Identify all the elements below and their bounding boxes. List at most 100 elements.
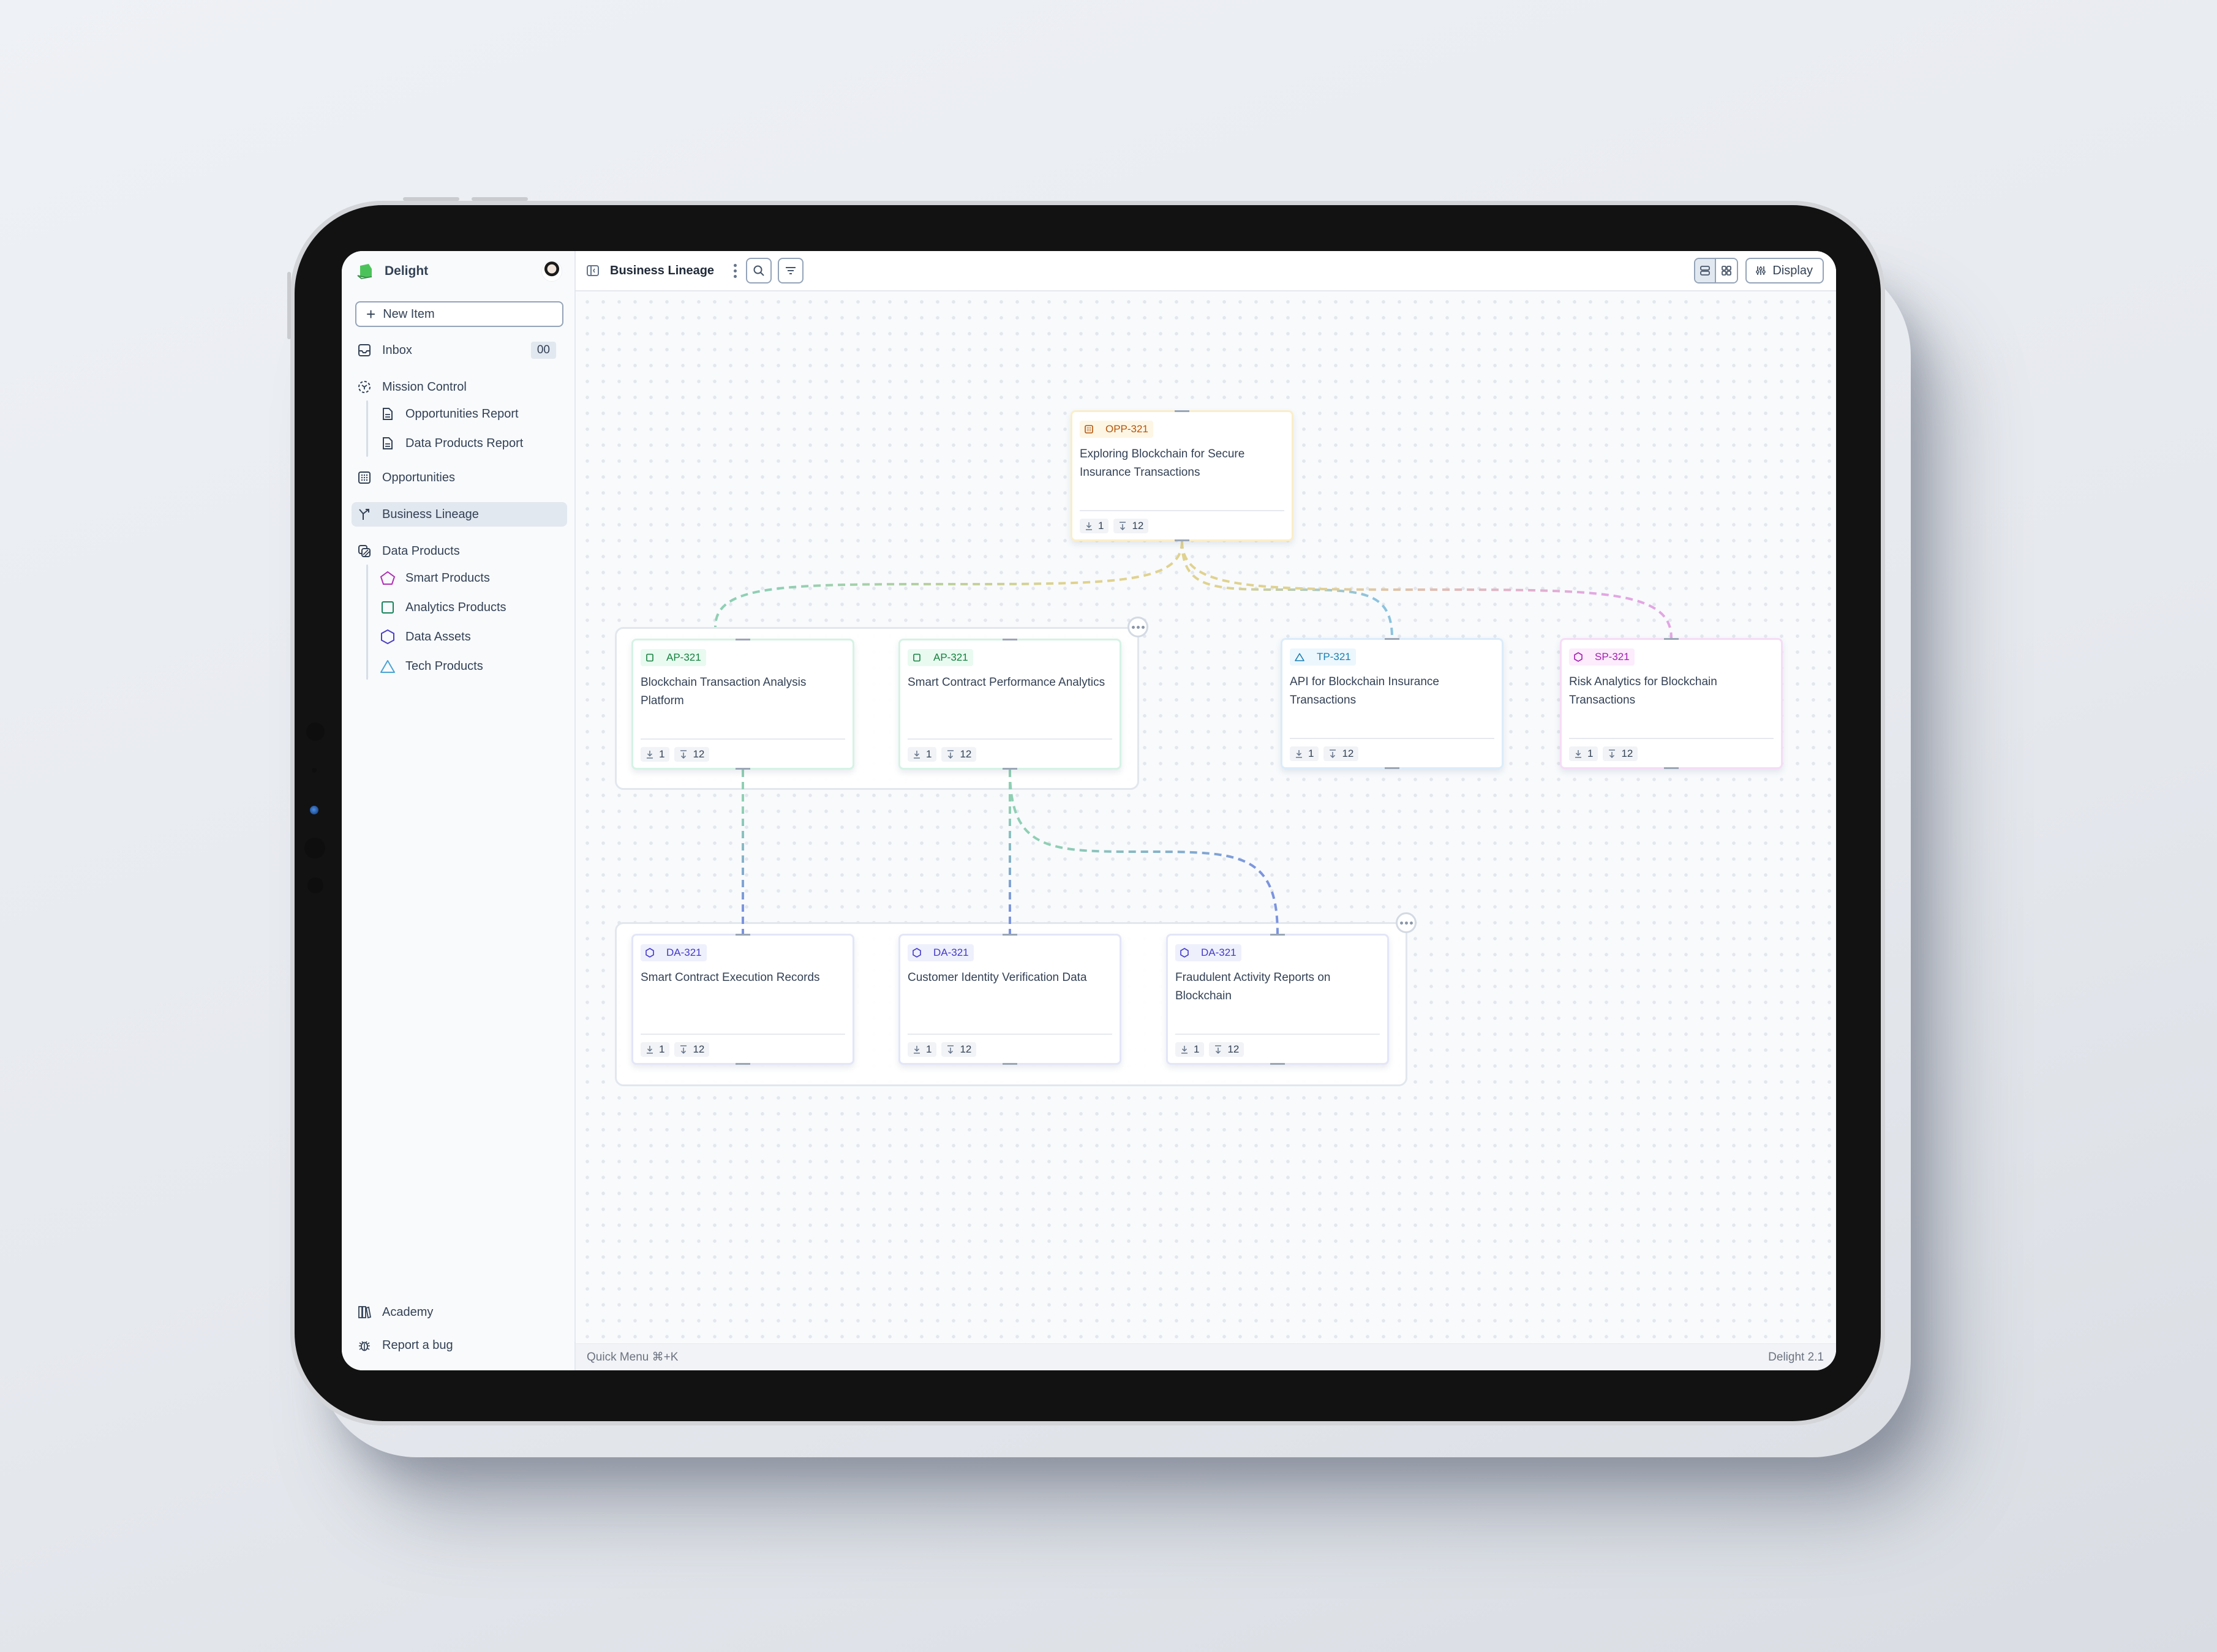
node-input-handle[interactable] [1003,934,1017,936]
node-type-tag: OPP-321 [1080,421,1153,438]
user-avatar[interactable] [541,261,562,282]
sidebar-item-inbox[interactable]: Inbox 00 [352,338,567,362]
display-button[interactable]: Display [1745,258,1824,283]
downstream-count-chip[interactable]: 12 [941,747,977,762]
lineage-edge-opp-sp[interactable] [1181,541,1673,639]
upstream-count-chip[interactable]: 1 [1290,746,1319,761]
grid-view-button[interactable] [1716,259,1737,282]
sidebar-item-analytics-products[interactable]: Analytics Products [366,593,574,622]
node-input-handle[interactable] [736,639,750,640]
downstream-count-chip[interactable]: 12 [1323,746,1359,761]
search-button[interactable] [746,258,772,283]
page-title: Business Lineage [610,263,715,277]
sidebar-item-opportunities[interactable]: Opportunities [352,465,567,490]
node-output-handle[interactable] [1664,767,1679,769]
sidebar-item-academy[interactable]: Academy [352,1296,567,1329]
main-panel: Business Lineage Display OPP-321 Explori… [576,251,1836,1370]
collapse-sidebar-icon[interactable] [584,262,601,279]
lineage-node-ap2[interactable]: AP-321 Smart Contract Performance Analyt… [898,639,1121,770]
node-output-handle[interactable] [736,768,750,770]
grid-view-icon [1722,266,1732,276]
list-view-button[interactable] [1695,259,1717,282]
upstream-count: 1 [1098,520,1104,531]
node-output-handle[interactable] [1175,539,1189,541]
node-input-handle[interactable] [1003,639,1017,640]
square-icon [913,653,927,662]
lineage-node-da1[interactable]: DA-321 Smart Contract Execution Records … [631,934,854,1065]
node-input-handle[interactable] [1270,934,1285,936]
node-output-handle[interactable] [1385,767,1399,769]
downstream-count-chip[interactable]: 12 [941,1042,977,1057]
node-code: AP-321 [933,651,968,663]
filter-button[interactable] [778,258,804,283]
upstream-count-chip[interactable]: 1 [1569,746,1598,761]
lineage-node-ap1[interactable]: AP-321 Blockchain Transaction Analysis P… [631,639,854,770]
sensor-dot [307,877,323,893]
lineage-node-sp[interactable]: SP-321 Risk Analytics for Blockchain Tra… [1560,638,1783,769]
node-type-tag: SP-321 [1569,648,1635,666]
upstream-count-chip[interactable]: 1 [641,747,670,762]
upstream-icon [1181,1046,1188,1054]
app-version: Delight 2.1 [1768,1350,1824,1364]
sidebar-item-tech-products[interactable]: Tech Products [366,651,574,681]
node-output-handle[interactable] [1270,1063,1285,1065]
square-icon [646,653,660,662]
square-icon [380,599,396,615]
upstream-count-chip[interactable]: 1 [1175,1042,1205,1057]
sidebar-item-business-lineage[interactable]: Business Lineage [352,502,567,527]
group-more-button[interactable] [1396,912,1417,933]
more-options-icon[interactable] [730,262,740,279]
downstream-icon [1120,522,1126,531]
downstream-count-chip[interactable]: 12 [674,1042,710,1057]
sidebar-item-label: Analytics Products [405,600,506,614]
sidebar-item-data-assets[interactable]: Data Assets [366,622,574,651]
upstream-count-chip[interactable]: 1 [908,747,937,762]
node-output-handle[interactable] [736,1063,750,1065]
lineage-edge-opp-group-ap[interactable] [714,541,1183,628]
node-title: Risk Analytics for Blockchain Transactio… [1569,675,1717,707]
downstream-icon [1330,749,1336,759]
lineage-icon [356,506,372,522]
volume-up-button [403,197,459,201]
node-title: Customer Identity Verification Data [908,971,1087,984]
node-input-handle[interactable] [1175,410,1189,412]
grid-icon [1085,425,1099,434]
lineage-node-da3[interactable]: DA-321 Fraudulent Activity Reports on Bl… [1166,934,1389,1065]
upstream-count-chip[interactable]: 1 [1080,519,1109,533]
node-output-handle[interactable] [1003,1063,1017,1065]
node-input-handle[interactable] [1664,638,1679,640]
node-title: Blockchain Transaction Analysis Platform [641,676,807,707]
node-output-handle[interactable] [1003,768,1017,770]
group-more-button[interactable] [1127,617,1148,637]
volume-down-button [472,197,528,201]
upstream-count-chip[interactable]: 1 [641,1042,670,1057]
sidebar-item-data-products-report[interactable]: Data Products Report [366,429,574,458]
new-item-button[interactable]: + New Item [355,301,563,327]
upstream-count-chip[interactable]: 1 [908,1042,937,1057]
sidebar-item-opportunities-report[interactable]: Opportunities Report [366,399,574,429]
downstream-count-chip[interactable]: 12 [1113,519,1149,533]
quick-menu-hint[interactable]: Quick Menu ⌘+K [587,1350,678,1364]
lineage-canvas[interactable]: OPP-321 Exploring Blockchain for Secure … [576,291,1836,1343]
sidebar-item-data-products[interactable]: Data Products [352,539,567,563]
lineage-node-opp[interactable]: OPP-321 Exploring Blockchain for Secure … [1071,410,1293,541]
downstream-count-chip[interactable]: 12 [1603,746,1638,761]
downstream-count-chip[interactable]: 12 [1209,1042,1244,1057]
downstream-count-chip[interactable]: 12 [674,747,710,762]
node-type-tag: TP-321 [1290,648,1356,666]
sidebar-item-label: Report a bug [382,1338,453,1352]
downstream-icon [680,1045,687,1054]
plus-icon: + [366,305,376,323]
upstream-icon [1575,750,1581,758]
node-input-handle[interactable] [1385,638,1399,640]
sidebar-item-smart-products[interactable]: Smart Products [366,563,574,593]
lineage-node-da2[interactable]: DA-321 Customer Identity Verification Da… [898,934,1121,1065]
node-input-handle[interactable] [736,934,750,936]
lineage-node-tp[interactable]: TP-321 API for Blockchain Insurance Tran… [1281,638,1504,769]
sidebar-item-report-bug[interactable]: Report a bug [352,1329,567,1362]
sensor-dot [312,768,317,773]
lineage-edge-ap2-da3[interactable] [1009,769,1279,934]
lineage-edge-opp-tp[interactable] [1181,541,1393,639]
sidebar-item-mission-control[interactable]: Mission Control [352,375,567,399]
node-code: OPP-321 [1105,423,1148,435]
